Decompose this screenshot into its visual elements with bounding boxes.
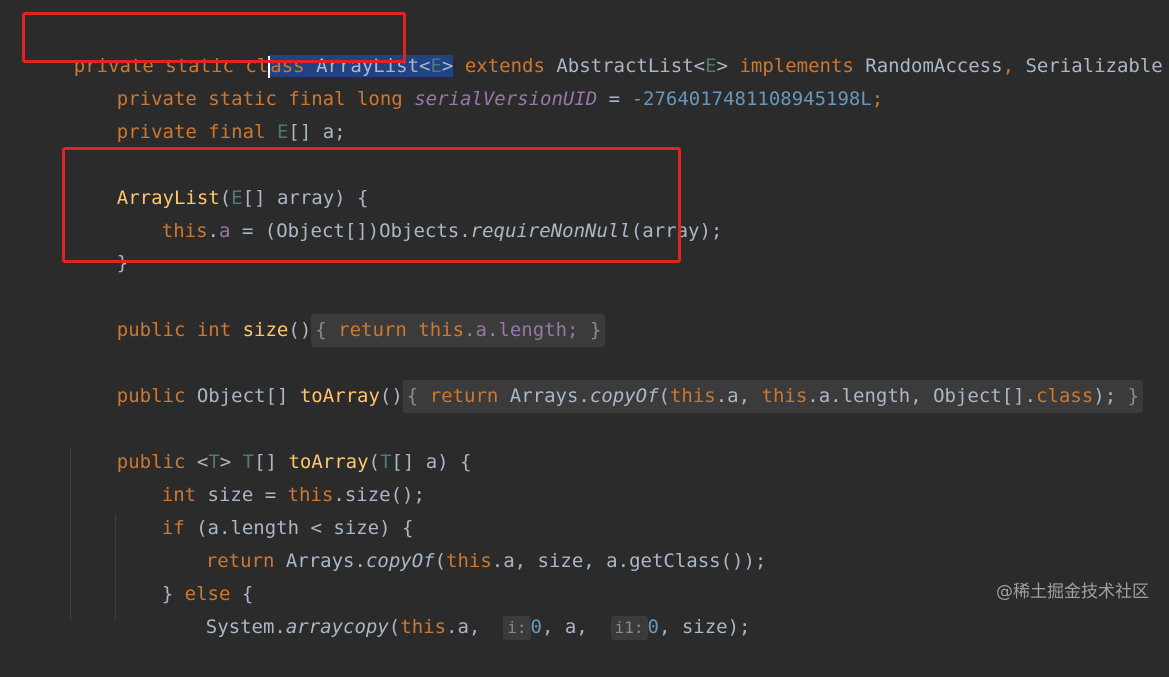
method-name: size	[242, 319, 289, 341]
code-line-size-method[interactable]: public int size(){ return this.a.length;…	[71, 281, 606, 347]
interface-name: RandomAccess	[865, 55, 1003, 77]
method-name: toArray	[299, 385, 380, 407]
constant-name: serialVersionUID	[414, 88, 598, 110]
code-line-size-var[interactable]: int size = this.size();	[116, 446, 425, 506]
code-line-if[interactable]: if (a.length < size) {	[116, 479, 414, 539]
folded-region[interactable]: { return Arrays.copyOf(this.a, this.a.le…	[402, 380, 1144, 413]
code-line-else[interactable]: } else {	[116, 545, 254, 605]
highlight-box-constructor	[62, 147, 681, 263]
code-line-return-copy[interactable]: return Arrays.copyOf(this.a, size, a.get…	[160, 512, 767, 572]
folded-region[interactable]: { return this.a.length; }	[311, 314, 606, 347]
highlight-box-class-declaration	[22, 12, 406, 63]
number-literal: -2764017481108945198L	[631, 88, 872, 110]
code-line-arraycopy[interactable]: System.arraycopy(this.a, i: 0, a, i1: 0, s…	[160, 578, 750, 640]
interface-name: Serializable {	[1025, 55, 1163, 77]
code-editor[interactable]: private static cl ass ArrayList<E> extend…	[0, 0, 1169, 640]
code-line-generic-toarray[interactable]: public <T> T[] toArray(T[] a) {	[71, 413, 472, 473]
watermark: @稀土掘金技术社区	[996, 582, 1149, 602]
code-line-toarray-method[interactable]: public Object[] toArray(){ return Arrays…	[71, 347, 1144, 413]
code-line-field[interactable]: private final E[] a;	[71, 83, 346, 143]
